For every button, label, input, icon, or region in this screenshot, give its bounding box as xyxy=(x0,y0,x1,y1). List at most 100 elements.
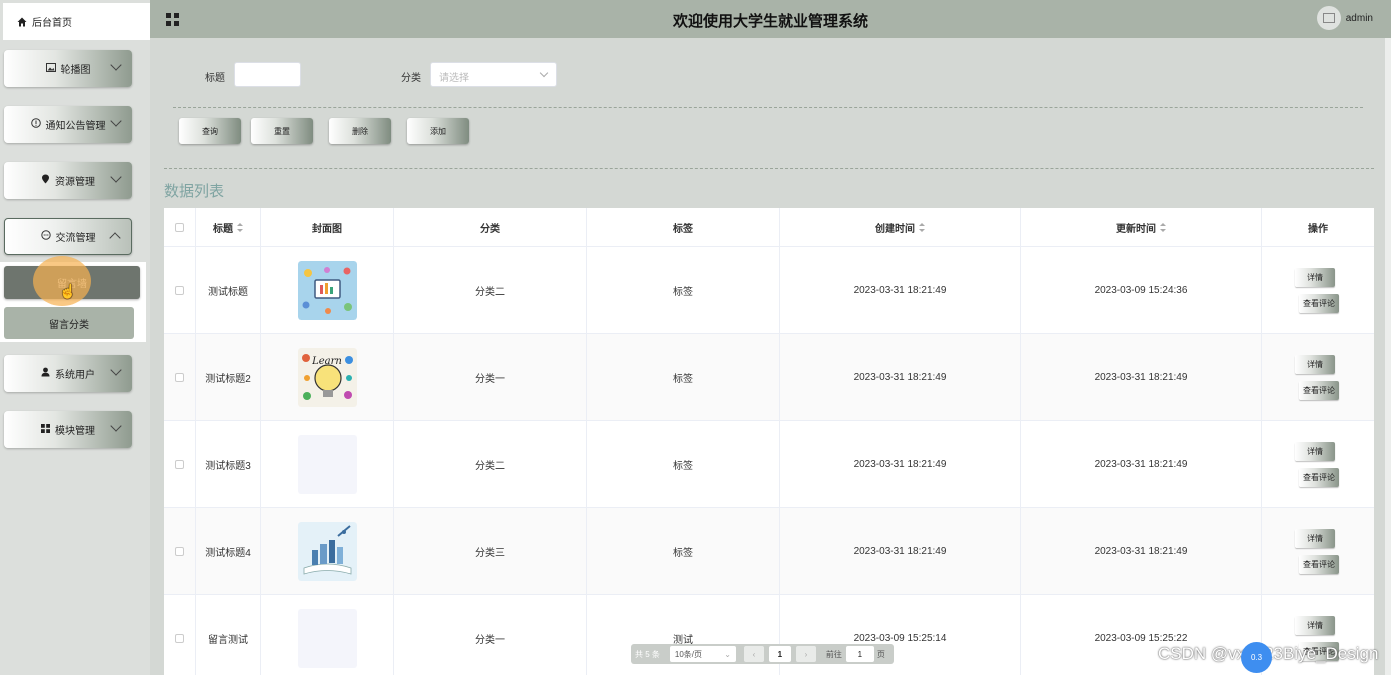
cell-cover xyxy=(261,595,394,675)
cell-created: 2023-03-31 18:21:49 xyxy=(780,421,1021,507)
row-checkbox[interactable] xyxy=(175,372,184,382)
detail-button[interactable]: 详情 xyxy=(1295,441,1335,461)
cell-actions: 详情 查看评论 xyxy=(1262,421,1374,507)
sidebar-item-system-users[interactable]: 系统用户 xyxy=(4,355,132,392)
sidebar-item-label: 轮播图 xyxy=(60,65,91,76)
select-all-cell xyxy=(164,208,196,247)
page-size-value: 10条/页 xyxy=(674,649,703,659)
detail-button[interactable]: 详情 xyxy=(1295,267,1335,287)
cell-title: 留言测试 xyxy=(196,595,261,675)
cell-title: 测试标题4 xyxy=(196,508,261,594)
column-label: 分类 xyxy=(480,224,500,235)
top-header: 欢迎使用大学生就业管理系统 admin xyxy=(150,0,1391,38)
add-button[interactable]: 添加 xyxy=(407,118,469,144)
data-table: 标题 封面图 分类 标签 创建时间 更新时间 操作 测试标题 分类二 标签 20… xyxy=(164,208,1374,675)
page-title: 欢迎使用大学生就业管理系统 xyxy=(672,13,868,30)
hand-cursor-icon: ☝ xyxy=(59,283,77,299)
grid-icon xyxy=(41,423,50,436)
category-filter-label: 分类 xyxy=(401,73,421,84)
column-updated[interactable]: 更新时间 xyxy=(1021,208,1262,247)
cell-tag: 标签 xyxy=(587,421,780,507)
cell-actions: 详情 查看评论 xyxy=(1262,508,1374,594)
cell-category: 分类三 xyxy=(394,508,587,594)
column-label: 封面图 xyxy=(312,224,342,235)
cell-tag: 标签 xyxy=(587,508,780,594)
page-size-select[interactable]: 10条/页 ⌄ xyxy=(669,646,736,662)
column-label: 标签 xyxy=(673,224,693,235)
row-checkbox[interactable] xyxy=(175,285,184,295)
table-row: 测试标题2 Learn 分类一 标签 2023-03-31 18:21:49 2… xyxy=(164,334,1374,421)
row-select-cell xyxy=(164,508,196,594)
view-comments-button[interactable]: 查看评论 xyxy=(1299,380,1339,400)
table-row: 测试标题4 分类三 标签 2023-03-31 18:21:49 2023-03… xyxy=(164,508,1374,595)
cell-category: 分类二 xyxy=(394,421,587,507)
view-comments-button[interactable]: 查看评论 xyxy=(1299,554,1339,574)
cell-cover: Learn xyxy=(261,334,394,420)
pin-icon xyxy=(41,174,50,187)
image-icon xyxy=(45,62,56,75)
select-all-checkbox[interactable] xyxy=(175,223,184,232)
category-filter-placeholder: 请选择 xyxy=(439,73,469,84)
divider xyxy=(173,107,1363,108)
current-page[interactable]: 1 xyxy=(768,646,791,662)
sort-icon[interactable] xyxy=(919,222,925,233)
cell-category: 分类二 xyxy=(394,247,587,333)
view-comments-button[interactable]: 查看评论 xyxy=(1299,467,1339,487)
cell-actions: 详情 查看评论 xyxy=(1262,247,1374,333)
column-label: 标题 xyxy=(213,224,233,235)
sort-icon[interactable] xyxy=(1160,222,1166,233)
delete-button[interactable]: 删除 xyxy=(329,118,391,144)
row-checkbox[interactable] xyxy=(175,546,184,556)
cell-updated: 2023-03-09 15:24:36 xyxy=(1021,247,1262,333)
column-cover: 封面图 xyxy=(261,208,394,247)
sidebar-item-communication[interactable]: 交流管理 xyxy=(4,218,132,255)
cell-updated: 2023-03-31 18:21:49 xyxy=(1021,421,1262,507)
chevron-down-icon xyxy=(110,171,122,183)
row-select-cell xyxy=(164,247,196,333)
cell-created: 2023-03-31 18:21:49 xyxy=(780,334,1021,420)
goto-page-input[interactable]: 1 xyxy=(845,646,874,662)
column-created[interactable]: 创建时间 xyxy=(780,208,1021,247)
sidebar: 后台首页 轮播图 通知公告管理 资源管理 交流管理 留言墙 留言分类 xyxy=(0,0,150,675)
view-comments-button[interactable]: 查看评论 xyxy=(1299,293,1339,313)
title-filter-label: 标题 xyxy=(205,73,225,84)
info-icon xyxy=(30,118,41,131)
scrollbar-track[interactable] xyxy=(1385,38,1391,675)
submenu-item-message-category[interactable]: 留言分类 xyxy=(4,307,134,339)
table-row: 测试标题 分类二 标签 2023-03-31 18:21:49 2023-03-… xyxy=(164,247,1374,334)
home-icon xyxy=(17,17,27,27)
cell-created: 2023-03-31 18:21:49 xyxy=(780,508,1021,594)
chevron-up-icon xyxy=(109,232,121,244)
floating-badge[interactable]: 0.3 xyxy=(1241,642,1272,673)
table-row: 测试标题3 分类二 标签 2023-03-31 18:21:49 2023-03… xyxy=(164,421,1374,508)
chevron-down-icon xyxy=(110,420,122,432)
row-select-cell xyxy=(164,595,196,675)
sidebar-item-modules[interactable]: 模块管理 xyxy=(4,411,132,448)
detail-button[interactable]: 详情 xyxy=(1295,615,1335,635)
sidebar-home[interactable]: 后台首页 xyxy=(3,3,150,40)
chat-icon xyxy=(40,230,51,243)
svg-text:Learn: Learn xyxy=(311,356,342,367)
title-filter-input[interactable] xyxy=(234,62,301,87)
section-title: 数据列表 xyxy=(164,183,225,200)
sidebar-item-carousel[interactable]: 轮播图 xyxy=(4,50,132,87)
sidebar-item-label: 通知公告管理 xyxy=(45,121,106,132)
user-menu[interactable]: admin xyxy=(1316,6,1373,30)
reset-button[interactable]: 重置 xyxy=(251,118,313,144)
chevron-down-icon xyxy=(110,59,122,71)
sidebar-item-label: 系统用户 xyxy=(55,370,95,381)
detail-button[interactable]: 详情 xyxy=(1295,528,1335,548)
next-page-button[interactable]: › xyxy=(795,646,816,662)
row-checkbox[interactable] xyxy=(175,633,184,643)
column-title[interactable]: 标题 xyxy=(196,208,261,247)
column-tag: 标签 xyxy=(587,208,780,247)
prev-page-button[interactable]: ‹ xyxy=(743,646,764,662)
sidebar-item-notice[interactable]: 通知公告管理 xyxy=(4,106,132,143)
detail-button[interactable]: 详情 xyxy=(1295,354,1335,374)
sort-icon[interactable] xyxy=(237,222,243,233)
cell-title: 测试标题2 xyxy=(196,334,261,420)
sidebar-item-resources[interactable]: 资源管理 xyxy=(4,162,132,199)
row-checkbox[interactable] xyxy=(175,459,184,469)
user-icon xyxy=(41,367,50,380)
query-button[interactable]: 查询 xyxy=(179,118,241,144)
